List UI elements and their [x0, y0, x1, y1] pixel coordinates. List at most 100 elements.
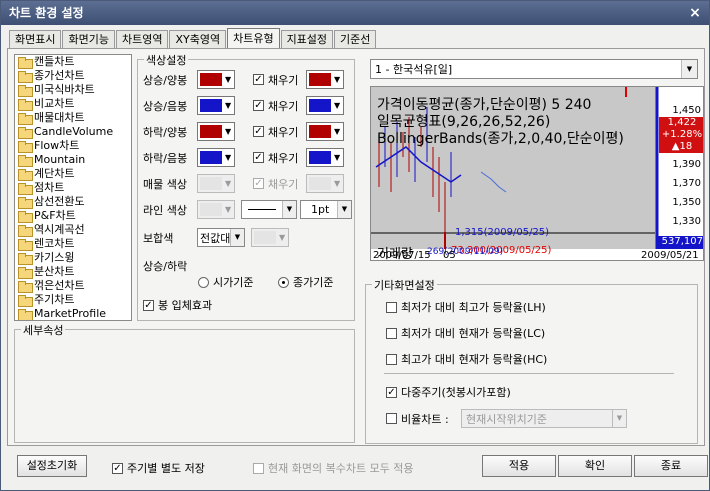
- color-picker[interactable]: ▼: [197, 70, 235, 89]
- color-picker[interactable]: ▼: [197, 122, 235, 141]
- color-picker[interactable]: ▼: [197, 96, 235, 115]
- tab-page: 캔들차트 종가선차트 미국식바차트 비교차트 매물대차트 CandleVolum…: [7, 48, 705, 446]
- list-item[interactable]: 렌코차트: [15, 237, 131, 251]
- radio-open-option[interactable]: 시가기준: [198, 274, 253, 290]
- lc-checkbox[interactable]: [386, 327, 397, 339]
- volume-sub-annotation: 269(2009/11/09): [427, 247, 504, 257]
- fill-checkbox[interactable]: ✓: [253, 74, 264, 85]
- option-hc[interactable]: 최고가 대비 현재가 등락율(HC): [386, 351, 547, 367]
- list-item[interactable]: 비교차트: [15, 97, 131, 111]
- option-lh[interactable]: 최저가 대비 최고가 등락율(LH): [386, 299, 546, 315]
- color-swatch: [309, 177, 331, 190]
- color-picker[interactable]: ▼: [197, 148, 235, 167]
- tab-bar: 화면표시 화면기능 차트영역 XY축영역 차트유형 지표설정 기준선: [9, 28, 377, 48]
- tab-baseline[interactable]: 기준선: [334, 30, 377, 48]
- line-style-combo[interactable]: ▼: [241, 200, 297, 219]
- list-item[interactable]: 분산차트: [15, 265, 131, 279]
- radio-open[interactable]: [198, 276, 209, 288]
- cycle-save-checkbox[interactable]: ✓: [112, 462, 123, 474]
- fill-color-picker[interactable]: ▼: [306, 70, 344, 89]
- ratio-chart-checkbox[interactable]: [386, 413, 397, 424]
- dropdown-arrow-icon: ▼: [282, 201, 296, 218]
- list-item[interactable]: Flow차트: [15, 139, 131, 153]
- list-item[interactable]: MarketProfile: [15, 307, 131, 320]
- option-lc[interactable]: 최저가 대비 현재가 등락율(LC): [386, 325, 545, 341]
- dropdown-arrow-icon: ▼: [230, 229, 244, 246]
- y-tick: 1,390: [672, 159, 701, 170]
- volume-color-row: 매물 색상 ▼ ✓ 채우기 ▼: [143, 174, 344, 193]
- folder-icon: [18, 309, 33, 320]
- dropdown-arrow-icon: ▼: [225, 101, 232, 110]
- line-style-sample: [248, 209, 276, 210]
- color-swatch: [309, 151, 331, 164]
- volume-color-picker: ▼: [197, 174, 235, 193]
- fill-checkbox[interactable]: ✓: [253, 126, 264, 137]
- list-item[interactable]: 역시계곡선: [15, 223, 131, 237]
- close-button[interactable]: 종료: [634, 455, 708, 477]
- mix-color-combo[interactable]: 전값대비 ▼: [197, 228, 245, 247]
- ok-button[interactable]: 확인: [558, 455, 632, 477]
- chart-preview: 가격이동평균(종가,단순이평) 5 240 일목균형표(9,26,26,52,2…: [370, 86, 704, 261]
- list-item[interactable]: 점차트: [15, 181, 131, 195]
- color-row-up-positive: 상승/양봉 ▼ ✓ 채우기 ▼: [143, 70, 344, 89]
- x-axis-start: 2009/07/15: [373, 250, 431, 261]
- multi-cycle-checkbox[interactable]: ✓: [386, 386, 397, 398]
- lh-checkbox[interactable]: [386, 301, 397, 313]
- color-swatch: [200, 203, 222, 216]
- color-row-down-positive: 하락/양봉 ▼ ✓ 채우기 ▼: [143, 122, 344, 141]
- tab-function[interactable]: 화면기능: [62, 30, 115, 48]
- list-item[interactable]: 캔들차트: [15, 55, 131, 69]
- fill-color-picker[interactable]: ▼: [306, 122, 344, 141]
- list-item[interactable]: 삼선전환도: [15, 195, 131, 209]
- radio-close[interactable]: [278, 276, 289, 288]
- y-tick: 1,330: [672, 216, 701, 227]
- list-item[interactable]: 매물대차트: [15, 111, 131, 125]
- option-multi-cycle[interactable]: ✓ 다중주기(첫봉시가포함): [386, 384, 511, 400]
- low-price-label: 1,315(2009/05/25): [455, 227, 550, 238]
- extra-settings-group: 기타화면설정 최저가 대비 최고가 등락율(LH) 최저가 대비 현재가 등락율…: [365, 277, 698, 444]
- list-item[interactable]: CandleVolume: [15, 125, 131, 139]
- tab-display[interactable]: 화면표시: [9, 30, 62, 48]
- fill-checkbox[interactable]: ✓: [253, 100, 264, 111]
- chart-type-list[interactable]: 캔들차트 종가선차트 미국식바차트 비교차트 매물대차트 CandleVolum…: [14, 54, 132, 321]
- folder-icon: [18, 141, 33, 153]
- fill-color-picker[interactable]: ▼: [306, 96, 344, 115]
- close-icon[interactable]: ×: [687, 5, 703, 21]
- list-item[interactable]: Mountain: [15, 153, 131, 167]
- hc-checkbox[interactable]: [386, 353, 397, 365]
- tab-indicator[interactable]: 지표설정: [280, 30, 334, 48]
- tab-chart-area[interactable]: 차트영역: [115, 30, 169, 48]
- folder-icon: [18, 113, 33, 125]
- list-item[interactable]: P&F차트: [15, 209, 131, 223]
- list-item[interactable]: 꺾은선차트: [15, 279, 131, 293]
- list-item[interactable]: 종가선차트: [15, 69, 131, 83]
- tab-xy-axis[interactable]: XY축영역: [169, 30, 227, 48]
- list-item[interactable]: 미국식바차트: [15, 83, 131, 97]
- reset-button[interactable]: 설정초기화: [17, 455, 87, 477]
- symbol-combo[interactable]: 1 - 한국석유[일] ▼: [370, 59, 698, 79]
- ratio-chart-combo: 현재시작위치기준 ▼: [461, 409, 627, 428]
- line-width-combo[interactable]: 1pt ▼: [300, 200, 352, 219]
- candle-3d-checkbox[interactable]: ✓: [143, 299, 154, 311]
- list-item[interactable]: 카기스윙: [15, 251, 131, 265]
- detail-properties-label: 세부속성: [21, 322, 66, 338]
- volume-fill-picker: ▼: [306, 174, 344, 193]
- dropdown-arrow-icon: ▼: [279, 233, 286, 242]
- color-row-down-negative: 하락/음봉 ▼ ✓ 채우기 ▼: [143, 148, 344, 167]
- cycle-save-option[interactable]: ✓ 주기별 별도 저장: [112, 460, 205, 476]
- fill-checkbox[interactable]: ✓: [253, 152, 264, 163]
- detail-properties-group: 세부속성: [14, 322, 355, 443]
- list-item[interactable]: 계단차트: [15, 167, 131, 181]
- updown-label-row: 상승/하락: [143, 260, 188, 273]
- radio-close-option[interactable]: 종가기준: [278, 274, 333, 290]
- tab-chart-type[interactable]: 차트유형: [227, 28, 280, 48]
- list-item[interactable]: 주기차트: [15, 293, 131, 307]
- dropdown-arrow-icon: ▼: [334, 127, 341, 136]
- color-swatch: [309, 125, 331, 138]
- candle-3d-option[interactable]: ✓ 봉 입체효과: [143, 297, 212, 313]
- x-axis-end: 2009/05/21: [641, 250, 699, 261]
- dialog-window: 차트 환경 설정 × 화면표시 화면기능 차트영역 XY축영역 차트유형 지표설…: [0, 0, 710, 491]
- apply-button[interactable]: 적용: [482, 455, 556, 477]
- dropdown-arrow-icon: ▼: [334, 153, 341, 162]
- fill-color-picker[interactable]: ▼: [306, 148, 344, 167]
